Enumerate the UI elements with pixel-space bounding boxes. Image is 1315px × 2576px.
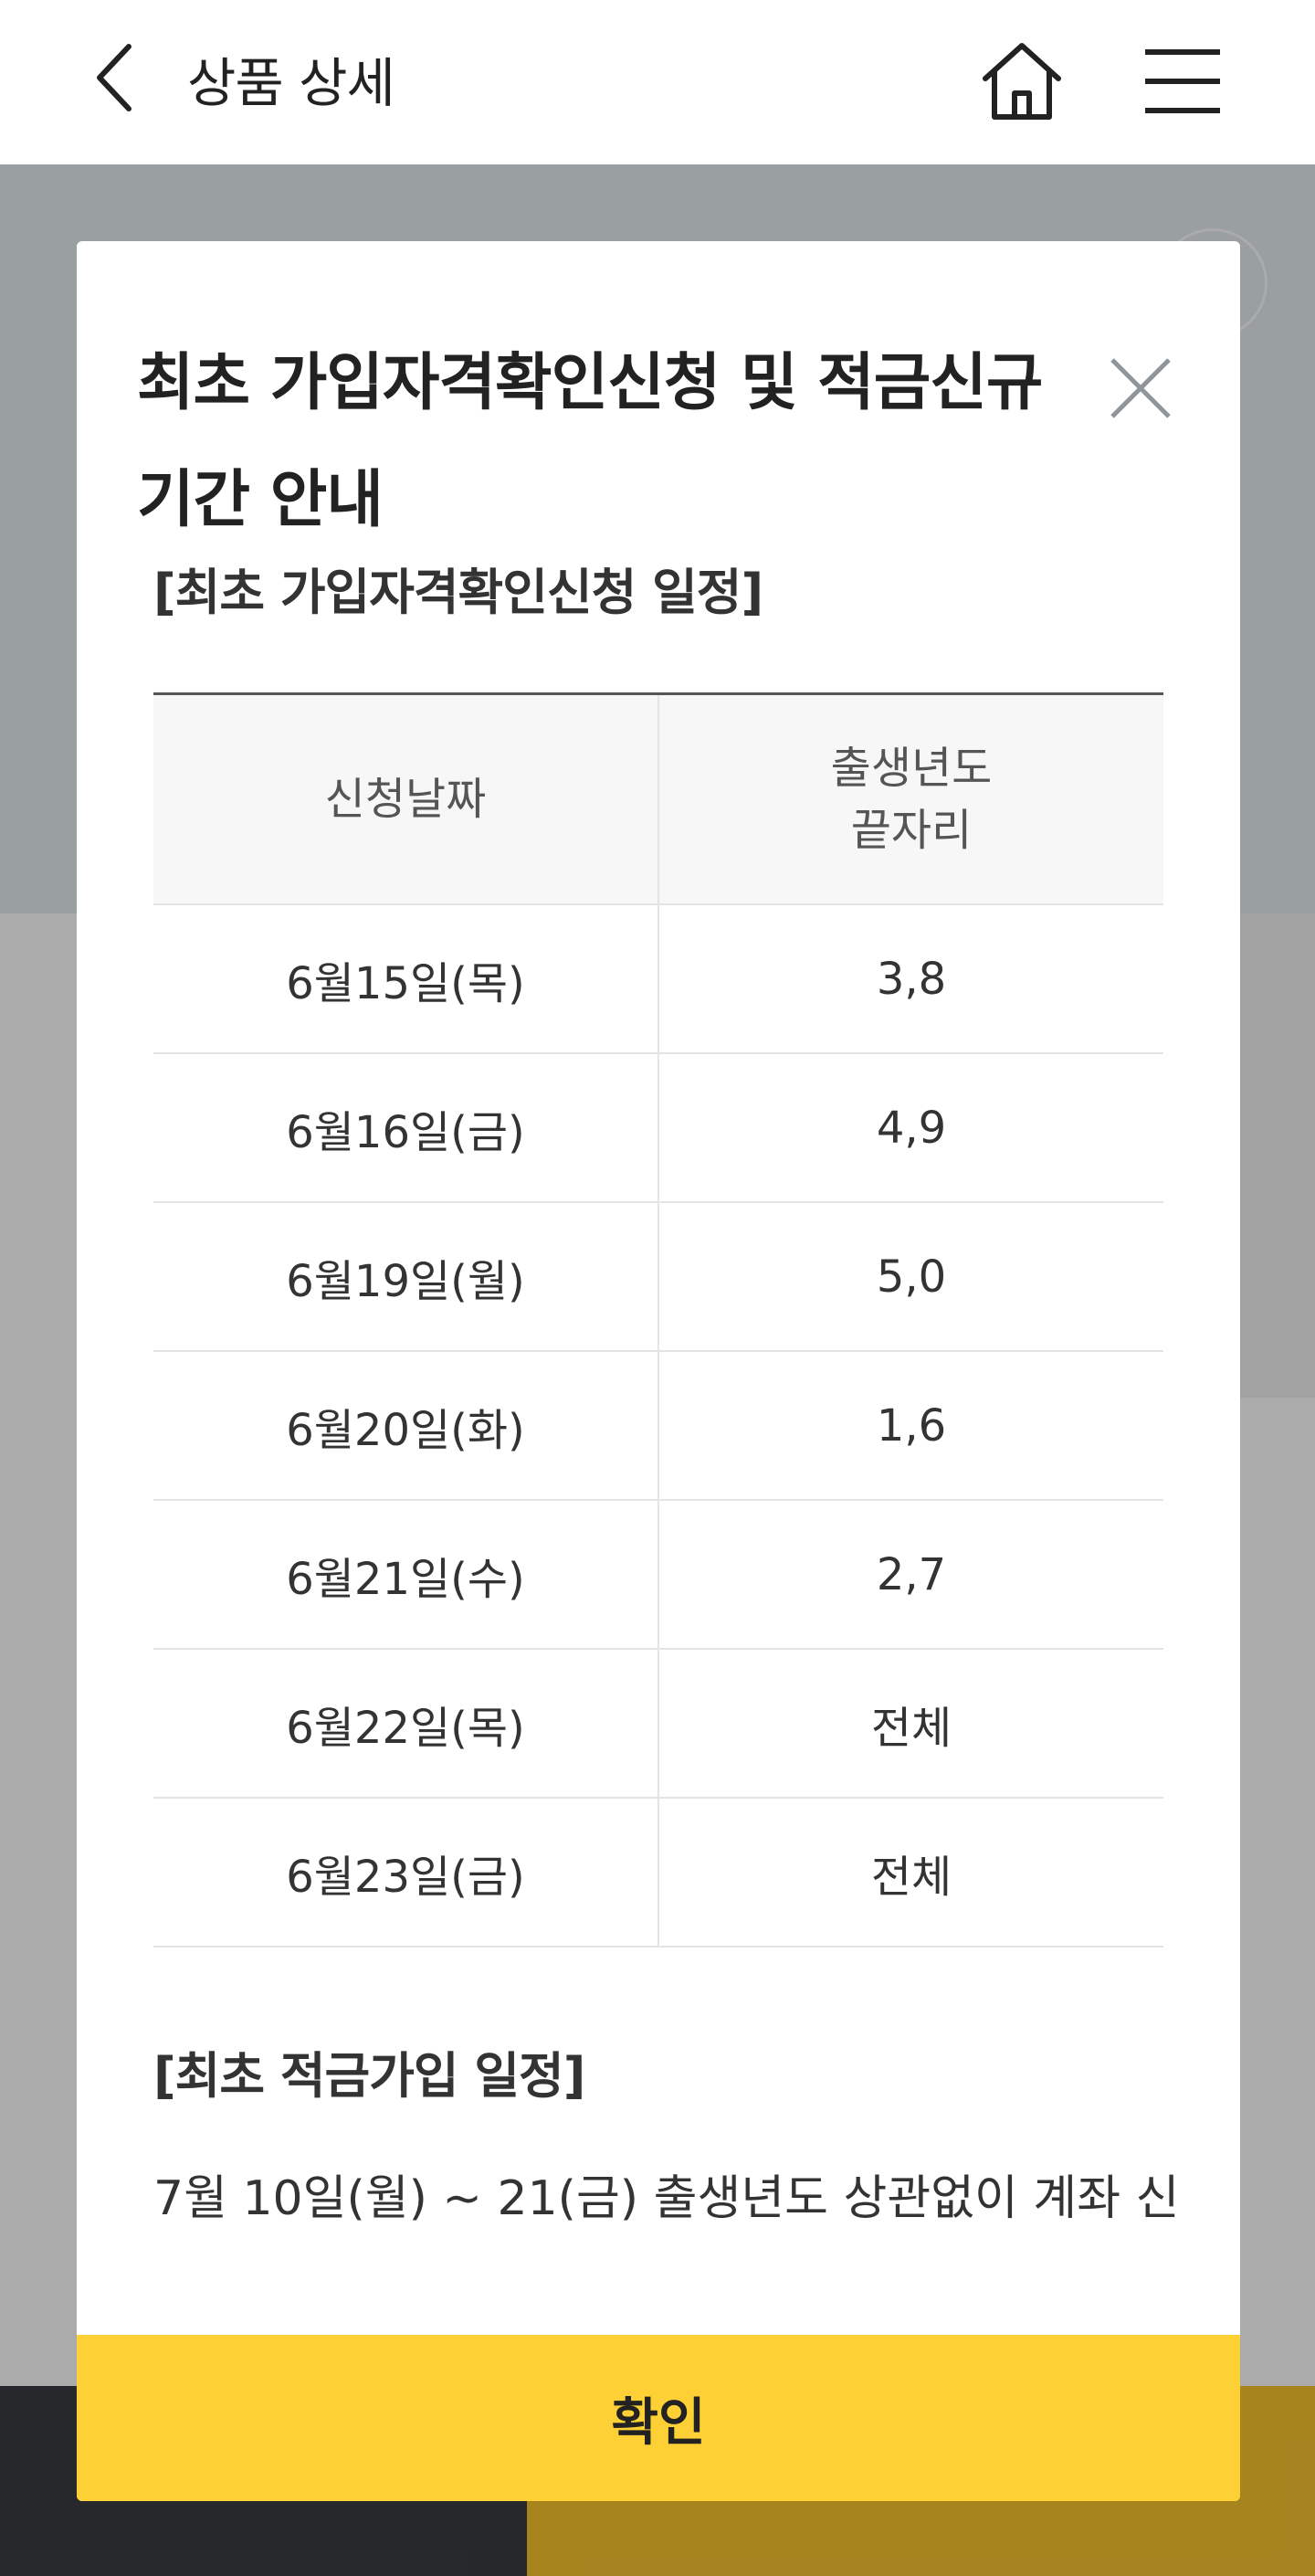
- section-heading-savings-schedule: [최초 적금가입 일정]: [153, 2047, 585, 2105]
- cell-digits: 3,8: [658, 904, 1163, 1054]
- home-icon: [983, 43, 1061, 120]
- close-icon: [1110, 358, 1171, 418]
- cell-digits: 2,7: [658, 1500, 1163, 1650]
- table-row: 6월15일(목) 3,8: [153, 904, 1163, 1054]
- savings-schedule-text: 7월 10일(월) ~ 21(금) 출생년도 상관없이 계좌 신: [153, 2171, 1180, 2226]
- column-header-birth-year-digit: 출생년도 끝자리: [658, 693, 1163, 905]
- app-header: 상품 상세: [0, 0, 1315, 164]
- column-header-date: 신청날짜: [153, 693, 659, 905]
- cell-date: 6월22일(목): [153, 1649, 659, 1799]
- confirm-button[interactable]: 확인: [77, 2335, 1240, 2501]
- back-button[interactable]: [79, 37, 152, 119]
- home-button[interactable]: [972, 31, 1072, 132]
- cell-date: 6월16일(금): [153, 1053, 659, 1203]
- column-header-line1: 출생년도: [830, 743, 993, 794]
- hamburger-menu-icon: [1145, 49, 1220, 113]
- page-title: 상품 상세: [187, 52, 395, 114]
- cell-date: 6월23일(금): [153, 1798, 659, 1948]
- cell-date: 6월20일(화): [153, 1351, 659, 1501]
- table-row: 6월21일(수) 2,7: [153, 1500, 1163, 1650]
- table-header-row: 신청날짜 출생년도 끝자리: [153, 693, 1163, 905]
- cell-digits: 4,9: [658, 1053, 1163, 1203]
- column-header-line2: 끝자리: [850, 805, 973, 856]
- cell-digits: 5,0: [658, 1202, 1163, 1352]
- table-row: 6월23일(금) 전체: [153, 1798, 1163, 1948]
- cell-digits: 전체: [658, 1798, 1163, 1948]
- cell-digits: 1,6: [658, 1351, 1163, 1501]
- menu-button[interactable]: [1132, 31, 1233, 132]
- section-heading-application-schedule: [최초 가입자격확인신청 일정]: [153, 564, 763, 621]
- table-row: 6월20일(화) 1,6: [153, 1351, 1163, 1501]
- table-row: 6월16일(금) 4,9: [153, 1053, 1163, 1203]
- cell-digits: 전체: [658, 1649, 1163, 1799]
- table-row: 6월19일(월) 5,0: [153, 1202, 1163, 1352]
- close-button[interactable]: [1099, 347, 1182, 429]
- cell-date: 6월19일(월): [153, 1202, 659, 1352]
- schedule-table: 신청날짜 출생년도 끝자리 6월15일(목) 3,8 6월16일(금) 4,9 …: [153, 692, 1163, 1948]
- cell-date: 6월15일(목): [153, 904, 659, 1054]
- chevron-left-icon: [97, 44, 132, 111]
- notice-modal: 최초 가입자격확인신청 및 적금신규 기간 안내 [최초 가입자격확인신청 일정…: [77, 241, 1240, 2501]
- modal-title: 최초 가입자격확인신청 및 적금신규 기간 안내: [137, 347, 1043, 536]
- cell-date: 6월21일(수): [153, 1500, 659, 1650]
- table-row: 6월22일(목) 전체: [153, 1649, 1163, 1799]
